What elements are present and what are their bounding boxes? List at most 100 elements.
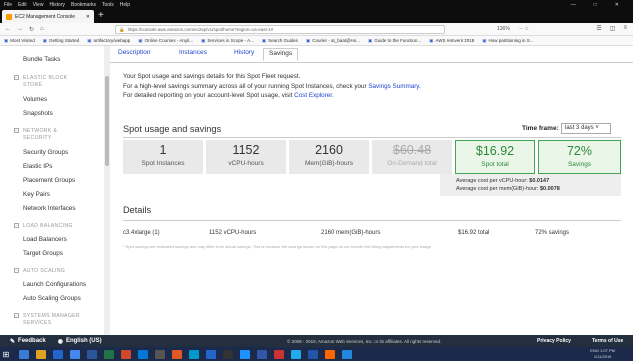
taskbar-app-icon[interactable] bbox=[19, 349, 29, 359]
details-instance-type: c3.4xlarge (1) bbox=[123, 230, 160, 236]
taskbar-app-icon[interactable] bbox=[104, 349, 114, 359]
taskbar-app-icon[interactable] bbox=[138, 349, 148, 359]
usage-section-title: Spot usage and savings bbox=[123, 124, 222, 134]
taskbar-app-icon[interactable] bbox=[70, 349, 80, 359]
sidebar-section-systems-manager[interactable]: − SYSTEMS MANAGER SERVICES bbox=[14, 313, 80, 327]
tab-savings[interactable]: Savings bbox=[263, 48, 299, 61]
browser-tab[interactable]: EC2 Management Console ✕ bbox=[2, 10, 94, 23]
page-actions[interactable]: ··· ☆ bbox=[518, 26, 529, 32]
window-controls: — □ ✕ bbox=[571, 2, 633, 8]
collapse-icon[interactable]: − bbox=[14, 75, 19, 80]
bookmark-item[interactable]: Courier - at_baat@Ho... bbox=[306, 38, 360, 44]
bookmark-item[interactable]: How partitioning in S... bbox=[482, 38, 533, 44]
sidebar-item-auto-scaling-groups[interactable]: Auto Scaling Groups bbox=[23, 295, 81, 302]
taskbar-app-icon[interactable] bbox=[257, 349, 267, 359]
bookmark-item[interactable]: Online Courses - Anyti... bbox=[138, 38, 194, 44]
taskbar-app-icon[interactable] bbox=[223, 349, 233, 359]
menu-edit[interactable]: Edit bbox=[18, 2, 27, 8]
tab-description[interactable]: Description bbox=[118, 49, 151, 56]
zoom-level[interactable]: 136% bbox=[497, 26, 510, 32]
feedback-button[interactable]: ✎ Feedback bbox=[10, 338, 46, 345]
tray-language[interactable]: ENG bbox=[590, 348, 599, 353]
bookmark-item[interactable]: artifactory/webapp bbox=[87, 38, 131, 44]
ec2-sidebar: Bundle Tasks − ELASTIC BLOCK STORE Volumes… bbox=[0, 46, 104, 335]
bookmark-item[interactable]: Getting Started bbox=[43, 38, 79, 44]
maximize-icon[interactable]: □ bbox=[594, 2, 597, 8]
bookmark-item[interactable]: Services in Scope - A... bbox=[201, 38, 254, 44]
sidebar-toggle-icon[interactable]: ◫ bbox=[610, 25, 616, 32]
bookmark-item[interactable]: Search Guides bbox=[262, 38, 298, 44]
taskbar-app-icon[interactable] bbox=[189, 349, 199, 359]
taskbar-app-icon[interactable] bbox=[308, 349, 318, 359]
menu-view[interactable]: View bbox=[33, 2, 44, 8]
reload-icon[interactable]: ↻ bbox=[29, 26, 34, 33]
bookmark-item[interactable]: Most Visited bbox=[4, 38, 34, 44]
tab-history[interactable]: History bbox=[234, 49, 254, 56]
taskbar-app-icon[interactable] bbox=[206, 349, 216, 359]
sidebar-section-load-balancing[interactable]: − LOAD BALANCING bbox=[14, 223, 73, 230]
taskbar-app-icon[interactable] bbox=[121, 349, 131, 359]
close-window-icon[interactable]: ✕ bbox=[615, 2, 619, 8]
sidebar-item-load-balancers[interactable]: Load Balancers bbox=[23, 236, 67, 243]
savings-intro: Your Spot usage and savings details for … bbox=[123, 72, 421, 101]
sidebar-item-security-groups[interactable]: Security Groups bbox=[23, 149, 68, 156]
cost-explorer-link[interactable]: Cost Explorer. bbox=[294, 92, 334, 99]
collapse-icon[interactable]: − bbox=[14, 223, 19, 228]
language-selector[interactable]: ◉ English (US) bbox=[58, 338, 102, 345]
bookmark-item[interactable]: AWS reInvent 2018 bbox=[429, 38, 474, 44]
chevron-down-icon: ˅ bbox=[595, 125, 599, 131]
menu-tools[interactable]: Tools bbox=[102, 2, 114, 8]
collapse-icon[interactable]: − bbox=[14, 268, 19, 273]
avg-mem-cost: $0.0078 bbox=[539, 186, 560, 192]
taskbar-app-icon[interactable] bbox=[53, 349, 63, 359]
main-panel: Description Instances History Savings Yo… bbox=[110, 46, 633, 335]
terms-of-use-link[interactable]: Terms of Use bbox=[592, 338, 623, 344]
clock-time[interactable]: 1:07 PM bbox=[600, 348, 615, 353]
taskbar-app-icon[interactable] bbox=[274, 349, 284, 359]
sidebar-item-network-interfaces[interactable]: Network Interfaces bbox=[23, 205, 76, 212]
taskbar-app-icon[interactable] bbox=[172, 349, 182, 359]
forward-icon[interactable]: → bbox=[17, 26, 23, 33]
sidebar-item-placement-groups[interactable]: Placement Groups bbox=[23, 177, 75, 184]
home-icon[interactable]: ⌂ bbox=[40, 26, 44, 33]
sidebar-item-elastic-ips[interactable]: Elastic IPs bbox=[23, 163, 52, 170]
collapse-icon[interactable]: − bbox=[14, 313, 19, 318]
library-icon[interactable]: ☰ bbox=[596, 25, 601, 32]
menu-history[interactable]: History bbox=[49, 2, 65, 8]
timeframe-select[interactable]: last 3 days ˅ bbox=[561, 123, 611, 134]
sidebar-section-network-security[interactable]: − NETWORK & SECURITY bbox=[14, 128, 57, 142]
taskbar-app-icon[interactable] bbox=[342, 349, 352, 359]
details-total: $16.92 total bbox=[458, 230, 490, 236]
sidebar-section-auto-scaling[interactable]: − AUTO SCALING bbox=[14, 268, 65, 275]
sidebar-item-volumes[interactable]: Volumes bbox=[23, 96, 47, 103]
taskbar-app-icon[interactable] bbox=[36, 349, 46, 359]
sidebar-item-key-pairs[interactable]: Key Pairs bbox=[23, 191, 50, 198]
taskbar-app-icon[interactable] bbox=[155, 349, 165, 359]
hamburger-menu-icon[interactable]: ≡ bbox=[623, 25, 627, 32]
savings-summary-link[interactable]: Savings Summary. bbox=[368, 83, 420, 90]
collapse-icon[interactable]: − bbox=[14, 128, 19, 133]
minimize-icon[interactable]: — bbox=[571, 2, 576, 8]
bookmark-item[interactable]: Guide to the Function... bbox=[368, 38, 421, 44]
sidebar-item-bundle-tasks[interactable]: Bundle Tasks bbox=[23, 56, 60, 63]
tab-instances[interactable]: Instances bbox=[179, 49, 207, 56]
taskbar-app-icon[interactable] bbox=[87, 349, 97, 359]
back-icon[interactable]: ← bbox=[5, 26, 11, 33]
taskbar-app-icon[interactable] bbox=[291, 349, 301, 359]
sidebar-item-launch-configurations[interactable]: Launch Configurations bbox=[23, 281, 86, 288]
taskbar-app-icon[interactable] bbox=[240, 349, 250, 359]
scrollbar-thumb[interactable] bbox=[105, 76, 109, 166]
sidebar-item-target-groups[interactable]: Target Groups bbox=[23, 250, 63, 257]
privacy-policy-link[interactable]: Privacy Policy bbox=[537, 338, 571, 344]
new-tab-icon[interactable]: + bbox=[98, 10, 104, 22]
clock-date[interactable]: 1/11/2019 bbox=[590, 354, 615, 360]
menu-file[interactable]: File bbox=[4, 2, 12, 8]
menu-bookmarks[interactable]: Bookmarks bbox=[71, 2, 96, 8]
taskbar-app-icon[interactable] bbox=[325, 349, 335, 359]
close-tab-icon[interactable]: ✕ bbox=[86, 14, 90, 20]
sidebar-item-snapshots[interactable]: Snapshots bbox=[23, 110, 53, 117]
menu-help[interactable]: Help bbox=[120, 2, 130, 8]
url-bar[interactable]: 🔒 https://console.aws.amazon.com/ec2sp/v… bbox=[115, 25, 445, 34]
windows-start-icon[interactable]: ⊞ bbox=[0, 347, 12, 361]
sidebar-section-ebs[interactable]: − ELASTIC BLOCK STORE bbox=[14, 75, 68, 89]
